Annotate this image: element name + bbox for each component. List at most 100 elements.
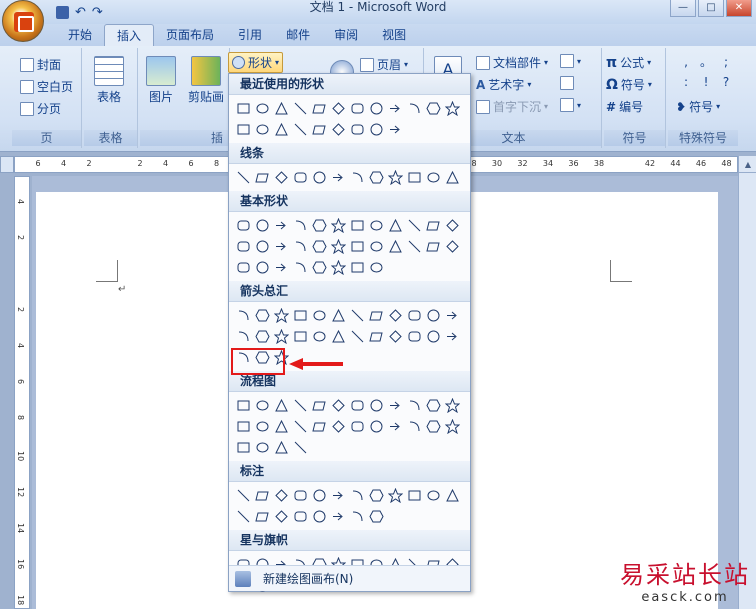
tab-3[interactable]: 引用 (226, 24, 274, 46)
shape-item[interactable] (443, 326, 462, 347)
symbol-button[interactable]: Ω 符号 ▾ (606, 76, 652, 93)
shape-item[interactable] (310, 167, 329, 188)
shape-item[interactable] (234, 437, 253, 458)
shape-item[interactable] (310, 416, 329, 437)
shape-item[interactable] (291, 305, 310, 326)
tab-4[interactable]: 邮件 (274, 24, 322, 46)
shape-item[interactable] (291, 395, 310, 416)
shape-item[interactable] (329, 98, 348, 119)
cover-button[interactable]: 封面 (20, 56, 61, 73)
shape-item[interactable] (348, 326, 367, 347)
shape-item[interactable] (386, 98, 405, 119)
shape-item[interactable] (386, 119, 405, 140)
shape-item[interactable] (348, 98, 367, 119)
shape-item[interactable] (367, 416, 386, 437)
shape-item[interactable] (291, 326, 310, 347)
minimize-button[interactable]: — (670, 0, 696, 17)
shape-item[interactable] (405, 167, 424, 188)
special-symbol-button[interactable]: ❥ 符号 ▾ (676, 98, 720, 115)
shape-item[interactable] (291, 98, 310, 119)
shape-item[interactable] (348, 167, 367, 188)
shape-item[interactable] (291, 119, 310, 140)
shape-item[interactable] (310, 506, 329, 527)
tab-2[interactable]: 页面布局 (154, 24, 226, 46)
number-button[interactable]: # 编号 (606, 98, 643, 115)
tab-0[interactable]: 开始 (56, 24, 104, 46)
shape-item[interactable] (272, 326, 291, 347)
shape-item[interactable] (386, 215, 405, 236)
shape-item[interactable] (253, 215, 272, 236)
shape-item[interactable] (443, 98, 462, 119)
shape-item[interactable] (329, 416, 348, 437)
shape-item[interactable] (272, 257, 291, 278)
shape-item[interactable] (253, 98, 272, 119)
shape-item[interactable] (234, 119, 253, 140)
shape-item[interactable] (348, 506, 367, 527)
vertical-ruler[interactable]: 4 2 2 4 6 8 10 12 14 16 18 (14, 176, 30, 609)
shape-item[interactable] (367, 485, 386, 506)
shape-item[interactable] (253, 437, 272, 458)
shape-item[interactable] (424, 485, 443, 506)
shape-item[interactable] (348, 236, 367, 257)
shape-item[interactable] (424, 326, 443, 347)
special-char-1[interactable]: 。 (696, 52, 716, 72)
scroll-up-icon[interactable]: ▲ (739, 156, 756, 173)
shape-item[interactable] (272, 506, 291, 527)
special-char-0[interactable]: , (676, 52, 696, 72)
shape-item[interactable] (234, 215, 253, 236)
shape-item[interactable] (367, 119, 386, 140)
shape-item[interactable] (443, 305, 462, 326)
shape-item[interactable] (443, 236, 462, 257)
shape-item[interactable] (291, 437, 310, 458)
shape-item[interactable] (234, 326, 253, 347)
shape-item[interactable] (348, 215, 367, 236)
shape-item[interactable] (272, 167, 291, 188)
datetime-button[interactable] (560, 76, 574, 90)
shape-item[interactable] (310, 236, 329, 257)
ruler-corner[interactable] (0, 156, 14, 173)
shape-item[interactable] (367, 506, 386, 527)
shape-item[interactable] (424, 416, 443, 437)
shape-item[interactable] (234, 395, 253, 416)
shape-item[interactable] (348, 119, 367, 140)
shape-item[interactable] (310, 395, 329, 416)
shape-item[interactable] (253, 305, 272, 326)
shape-item[interactable] (329, 506, 348, 527)
shape-item[interactable] (253, 167, 272, 188)
special-char-3[interactable]: : (676, 72, 696, 92)
shape-item[interactable] (329, 236, 348, 257)
shape-item[interactable] (291, 257, 310, 278)
tab-6[interactable]: 视图 (370, 24, 418, 46)
shape-item[interactable] (234, 305, 253, 326)
shape-item[interactable] (310, 485, 329, 506)
shape-item[interactable] (329, 119, 348, 140)
shape-item[interactable] (234, 236, 253, 257)
formula-button[interactable]: π 公式 ▾ (606, 54, 651, 71)
shape-item[interactable] (424, 236, 443, 257)
shape-item[interactable] (272, 416, 291, 437)
shape-item[interactable] (234, 98, 253, 119)
special-char-5[interactable]: ? (716, 72, 736, 92)
shapes-button[interactable]: 形状 ▾ (228, 52, 284, 73)
shape-item[interactable] (405, 236, 424, 257)
shape-item[interactable] (291, 215, 310, 236)
shape-item[interactable] (272, 305, 291, 326)
shape-item[interactable] (310, 119, 329, 140)
shape-item[interactable] (310, 98, 329, 119)
shape-item[interactable] (272, 395, 291, 416)
shape-item[interactable] (424, 167, 443, 188)
shape-item[interactable] (405, 215, 424, 236)
shape-item[interactable] (348, 395, 367, 416)
shape-item[interactable] (424, 395, 443, 416)
shape-item[interactable] (329, 305, 348, 326)
shape-item[interactable] (310, 305, 329, 326)
shape-item[interactable] (386, 236, 405, 257)
shape-item[interactable] (272, 98, 291, 119)
shape-item[interactable] (291, 236, 310, 257)
shape-item[interactable] (367, 236, 386, 257)
shape-item[interactable] (348, 416, 367, 437)
shape-item[interactable] (443, 215, 462, 236)
object-button[interactable]: ▾ (560, 98, 581, 112)
close-button[interactable]: ✕ (726, 0, 752, 17)
shape-item[interactable] (253, 485, 272, 506)
